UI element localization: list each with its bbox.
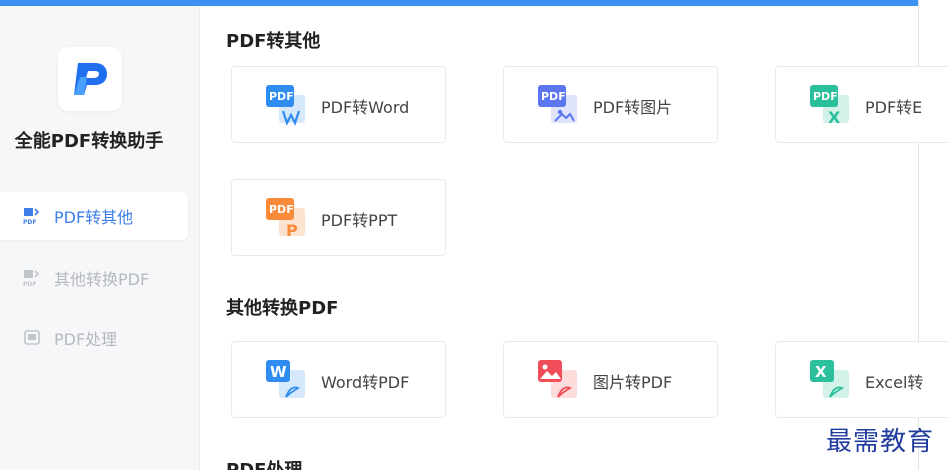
word-to-pdf-icon: W xyxy=(266,360,305,398)
card-pdf-to-excel[interactable]: PDF X PDF转E xyxy=(775,66,949,143)
card-label: Word转PDF xyxy=(321,373,410,392)
card-label: PDF转图片 xyxy=(593,98,673,117)
pdf-to-image-icon: PDF xyxy=(538,85,577,123)
svg-text:PDF: PDF xyxy=(269,203,294,216)
svg-text:W: W xyxy=(270,363,287,381)
card-word-to-pdf[interactable]: W Word转PDF xyxy=(231,341,446,418)
svg-text:PDF: PDF xyxy=(269,90,294,103)
svg-text:P: P xyxy=(286,221,298,240)
svg-text:PDF: PDF xyxy=(23,281,36,288)
pdf-to-excel-icon: PDF X xyxy=(810,85,849,127)
app-name: 全能PDF转换助手 xyxy=(14,131,164,152)
svg-text:PDF: PDF xyxy=(813,90,838,103)
card-excel-to-pdf[interactable]: X Excel转 xyxy=(775,341,949,418)
svg-text:X: X xyxy=(815,363,827,381)
watermark-text: 最需教育 xyxy=(826,427,935,457)
card-label: PDF转E xyxy=(865,98,923,117)
sidebar-item-pdf-tools[interactable]: PDF处理 xyxy=(0,314,188,362)
pdf-convert-icon: PDF xyxy=(23,208,40,226)
excel-to-pdf-icon: X xyxy=(810,360,849,398)
svg-text:PDF: PDF xyxy=(23,219,36,226)
svg-text:PDF: PDF xyxy=(541,90,566,103)
image-to-pdf-icon xyxy=(538,360,577,398)
card-pdf-to-image[interactable]: PDF PDF转图片 xyxy=(503,66,718,143)
svg-text:X: X xyxy=(828,108,841,127)
to-pdf-icon: PDF xyxy=(23,270,40,288)
card-label: PDF转Word xyxy=(321,98,410,117)
sidebar: 全能PDF转换助手 PDF PDF转其他 PDF 其他转换PDF PDF处理 xyxy=(0,6,200,470)
pdf-to-word-icon: PDF xyxy=(266,85,305,126)
sidebar-item-label: 其他转换PDF xyxy=(54,270,150,289)
sidebar-item-pdf-to-other[interactable]: PDF PDF转其他 xyxy=(0,192,188,240)
card-label: 图片转PDF xyxy=(593,373,673,392)
section-title-pdf-to-other: PDF转其他 xyxy=(226,31,321,52)
section-title-pdf-tools: PDF处理 xyxy=(226,456,302,470)
card-pdf-to-ppt[interactable]: PDF P PDF转PPT xyxy=(231,179,446,256)
sidebar-item-other-to-pdf[interactable]: PDF 其他转换PDF xyxy=(0,254,188,302)
app-logo xyxy=(58,47,122,111)
card-label: Excel转 xyxy=(865,373,924,392)
pdf-tools-icon xyxy=(24,330,40,345)
card-image-to-pdf[interactable]: 图片转PDF xyxy=(503,341,718,418)
section-title-other-to-pdf: 其他转换PDF xyxy=(226,298,339,319)
sidebar-item-label: PDF转其他 xyxy=(54,208,134,227)
pdf-to-ppt-icon: PDF P xyxy=(266,198,305,240)
card-pdf-to-word[interactable]: PDF PDF转Word xyxy=(231,66,446,143)
sidebar-item-label: PDF处理 xyxy=(54,330,118,349)
card-label: PDF转PPT xyxy=(321,211,398,230)
